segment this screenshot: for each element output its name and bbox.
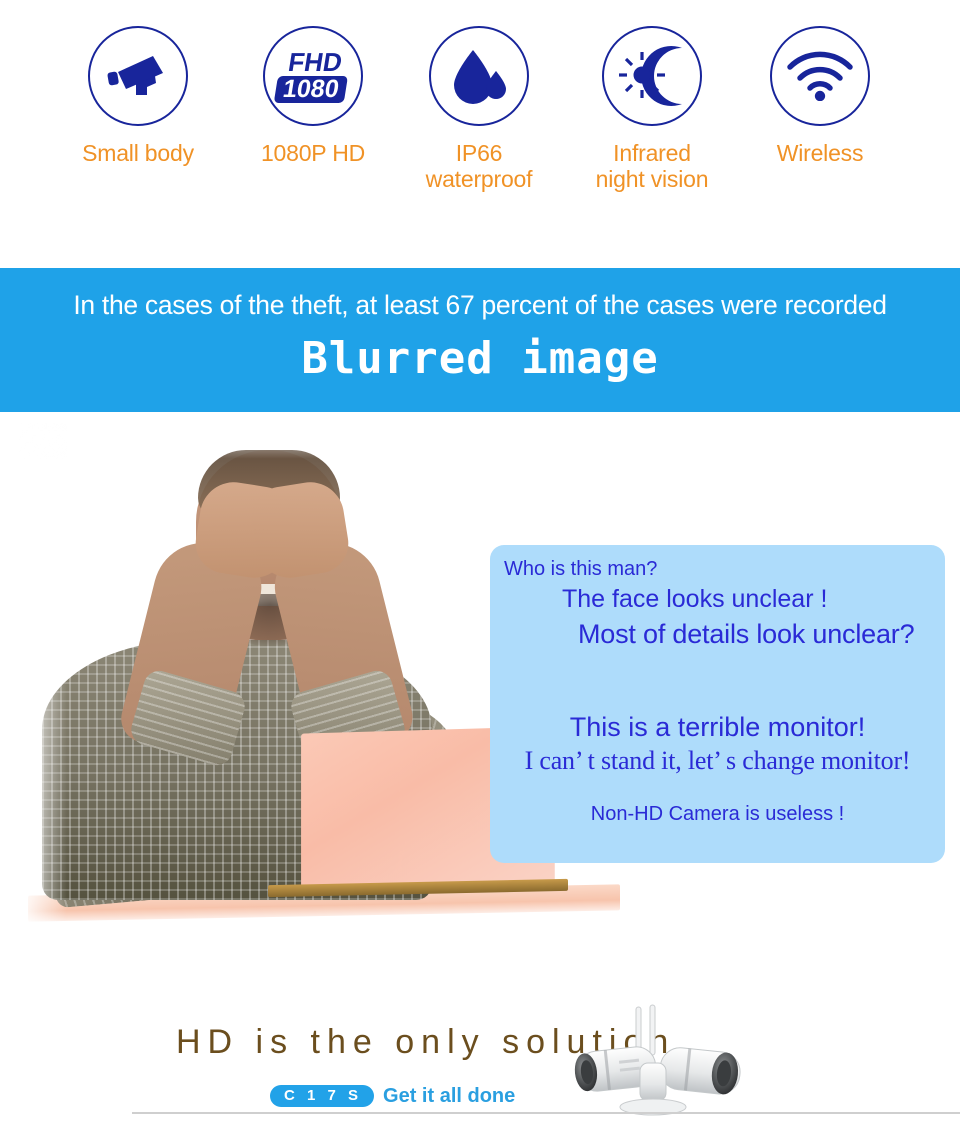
tagline-text: Get it all done <box>383 1085 516 1107</box>
quote-line-1: Who is this man? <box>504 558 658 580</box>
sun-moon-icon <box>602 26 702 126</box>
footer-divider <box>132 1112 960 1114</box>
model-badge: C 1 7 S <box>270 1085 375 1107</box>
quote-line-6: Non-HD Camera is useless ! <box>590 803 845 825</box>
water-drop-icon <box>429 26 529 126</box>
wireless-bullet-camera-pair-image <box>574 1004 741 1116</box>
complaint-quote-box: Who is this man? The face looks unclear … <box>490 545 945 863</box>
banner-subtitle: In the cases of the theft, at least 67 p… <box>73 290 887 320</box>
quote-line-4: This is a terrible monitor! <box>569 712 866 742</box>
wifi-icon <box>770 26 870 126</box>
fhd-badge-top: FHD <box>286 47 345 77</box>
quote-line-2: The face looks unclear ! <box>562 585 828 613</box>
cctv-camera-icon <box>88 26 188 126</box>
fhd-badge-bottom: 1080 <box>273 75 348 103</box>
feature-label: Infrared night vision <box>595 140 709 192</box>
feature-label: Small body <box>82 140 194 166</box>
feature-ip66-waterproof: IP66 waterproof <box>394 26 564 192</box>
quote-line-3: Most of details look unclear? <box>578 619 915 649</box>
feature-label: Wireless <box>776 140 864 166</box>
banner-title: Blurred image <box>301 333 659 384</box>
model-tagline-row: C 1 7 S Get it all done <box>270 1085 515 1107</box>
fhd-1080-icon: FHD 1080 <box>263 26 363 126</box>
feature-wireless: Wireless <box>735 26 905 166</box>
quote-line-5: I can’ t stand it, let’ s change monitor… <box>524 746 911 775</box>
feature-small-body: Small body <box>53 26 223 166</box>
feature-label: IP66 waterproof <box>425 140 533 192</box>
feature-label: 1080P HD <box>260 140 366 166</box>
feature-infrared-night-vision: Infrared night vision <box>567 26 737 192</box>
feature-1080p-hd: FHD 1080 1080P HD <box>228 26 398 166</box>
feature-highlights-row: Small body FHD 1080 1080P HD IP66 waterp… <box>0 0 960 235</box>
headline-banner: In the cases of the theft, at least 67 p… <box>0 268 960 412</box>
